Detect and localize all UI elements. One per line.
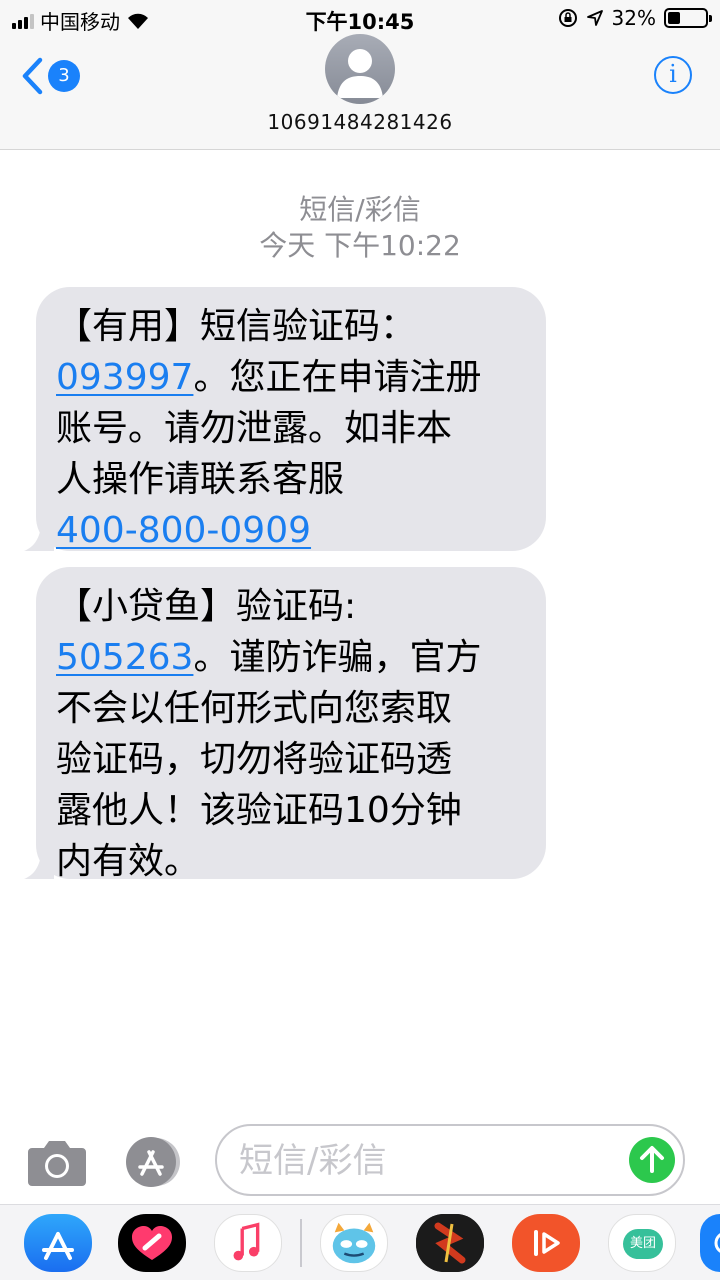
unread-count-badge: 3: [48, 60, 80, 92]
back-button[interactable]: 3: [20, 56, 80, 96]
camera-icon[interactable]: [28, 1136, 86, 1188]
bubble-tail: [24, 849, 54, 879]
message-text-line: 露他人！该验证码10分钟: [56, 790, 462, 831]
compose-bar: [0, 1110, 720, 1206]
battery-icon: [664, 8, 712, 28]
orientation-lock-icon: [558, 9, 577, 27]
message-input-container: [215, 1124, 685, 1196]
phone-number-link[interactable]: 400-800-0909: [56, 510, 311, 551]
message-text-line: 【有用】短信验证码：: [56, 306, 417, 347]
send-button[interactable]: [629, 1137, 675, 1183]
meituan-app[interactable]: 美团: [608, 1214, 676, 1272]
info-button[interactable]: i: [654, 56, 692, 94]
app-store-app[interactable]: [24, 1214, 92, 1272]
message-text-line: 不会以任何形式向您索取: [56, 688, 453, 729]
message-text-line: 内有效。: [56, 841, 201, 882]
message-text-line: 验证码，切勿将验证码透: [56, 739, 453, 780]
partial-app-icon: [714, 1233, 720, 1253]
location-icon: [586, 10, 603, 26]
battery-fill: [668, 12, 680, 24]
message-text-line: 人操作请联系客服: [56, 459, 345, 500]
message-text: 。谨防诈骗，官方: [193, 637, 482, 678]
message-text-line: 【小贷鱼】验证码:: [56, 586, 357, 627]
verification-code-link[interactable]: 093997: [56, 357, 193, 398]
arrow-up-icon: [640, 1146, 664, 1173]
conversation-timestamp: 今天 下午10:22: [259, 229, 461, 262]
music-app[interactable]: [214, 1214, 282, 1272]
message-input[interactable]: [239, 1136, 619, 1186]
verification-code-link[interactable]: 505263: [56, 637, 193, 678]
heart-icon: [132, 1226, 172, 1260]
message-text-line: 账号。请勿泄露。如非本: [56, 408, 453, 449]
imessage-app-drawer: 美团: [0, 1204, 720, 1280]
bubble-tail: [24, 521, 54, 551]
game-logo-icon: [416, 1214, 484, 1272]
message-text-line: 505263。谨防诈骗，官方: [56, 632, 526, 683]
status-bar: 中国移动 下午10:45 32%: [0, 0, 720, 36]
battery-percent: 32%: [611, 6, 656, 30]
status-right: 32%: [558, 6, 712, 30]
message-bubble[interactable]: 【小贷鱼】验证码: 505263。谨防诈骗，官方 不会以任何形式向您索取 验证码…: [24, 567, 546, 882]
play-logo-icon: [534, 1230, 560, 1256]
monster-face-icon: [332, 1222, 376, 1264]
message-bubble[interactable]: 【有用】短信验证码： 093997。您正在申请注册 账号。请勿泄露。如非本 人操…: [24, 287, 546, 551]
sticker-app[interactable]: [320, 1214, 388, 1272]
digital-touch-app[interactable]: [118, 1214, 186, 1272]
drawer-divider: [300, 1219, 302, 1267]
app-store-icon: [42, 1232, 74, 1260]
music-note-icon: [233, 1222, 260, 1261]
conversation-header: 中国移动 下午10:45 32% 3 10691484281426 i: [0, 0, 720, 150]
game-app[interactable]: [416, 1214, 484, 1272]
meituan-logo: 美团: [623, 1229, 663, 1259]
person-silhouette-icon: [337, 49, 383, 98]
message-text: 。您正在申请注册: [193, 357, 482, 398]
more-apps-button[interactable]: [700, 1214, 720, 1272]
video-app[interactable]: [512, 1214, 580, 1272]
conversation-type-label: 短信/彩信: [299, 193, 421, 226]
message-text-line: 093997。您正在申请注册: [56, 352, 526, 403]
app-store-icon[interactable]: [122, 1136, 184, 1188]
message-text-line: 400-800-0909: [56, 505, 526, 556]
contact-avatar[interactable]: [325, 34, 395, 104]
chevron-left-icon: [22, 57, 43, 95]
contact-name[interactable]: 10691484281426: [0, 110, 720, 134]
